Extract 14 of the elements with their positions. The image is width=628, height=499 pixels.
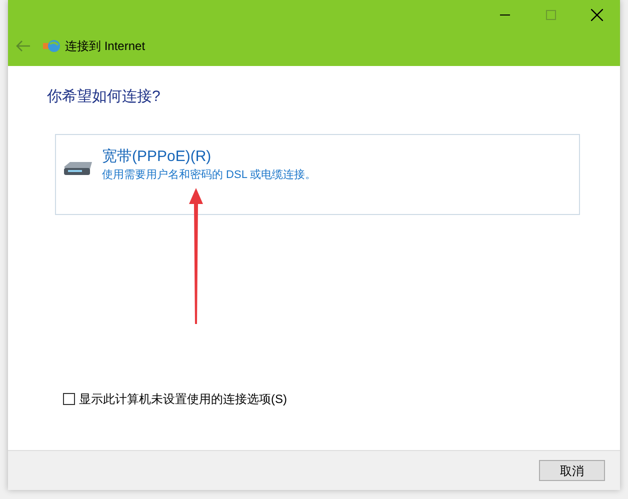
cancel-button[interactable]: 取消 (539, 460, 605, 481)
back-arrow-icon (16, 40, 30, 52)
close-icon (591, 9, 603, 21)
maximize-icon (546, 10, 556, 20)
show-options-checkbox-row[interactable]: 显示此计算机未设置使用的连接选项(S) (63, 390, 581, 408)
option-description: 使用需要用户名和密码的 DSL 或电缆连接。 (102, 168, 316, 182)
page-heading: 你希望如何连接? (47, 87, 162, 107)
back-button[interactable] (15, 38, 31, 54)
window-title: 连接到 Internet (65, 38, 146, 55)
checkbox[interactable] (63, 393, 75, 405)
checkbox-label: 显示此计算机未设置使用的连接选项(S) (79, 391, 287, 408)
globe-icon (43, 38, 61, 54)
option-title: 宽带(PPPoE)(R) (102, 146, 212, 166)
connection-option[interactable]: 宽带(PPPoE)(R) 使用需要用户名和密码的 DSL 或电缆连接。 (55, 134, 580, 214)
